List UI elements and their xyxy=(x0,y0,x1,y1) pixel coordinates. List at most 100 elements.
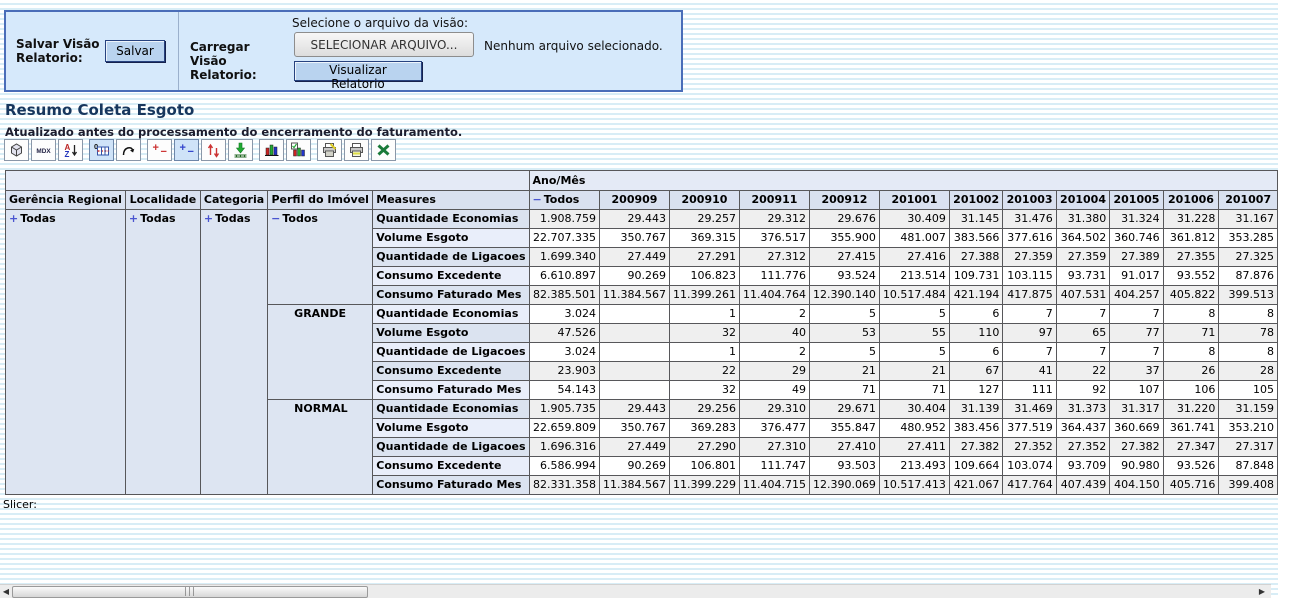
collapse-icon[interactable]: − xyxy=(533,193,542,206)
toolbar-button-drill-through[interactable] xyxy=(228,139,253,161)
data-cell xyxy=(600,305,670,324)
expand-icon[interactable]: + xyxy=(129,212,138,225)
data-cell: 10.517.484 xyxy=(879,286,949,305)
data-cell: 29 xyxy=(739,362,809,381)
data-cell: 31.228 xyxy=(1163,210,1219,229)
data-cell: 67 xyxy=(949,362,1002,381)
toolbar-button-drill-replace[interactable] xyxy=(201,139,226,161)
scroll-right-arrow-icon[interactable]: ▶ xyxy=(1256,586,1268,598)
toolbar-button-swap-axes[interactable] xyxy=(116,139,141,161)
measure-label: Quantidade de Ligacoes xyxy=(373,438,529,457)
measure-label: Volume Esgoto xyxy=(373,229,529,248)
data-cell: 27.382 xyxy=(949,438,1002,457)
data-cell: 41 xyxy=(1003,362,1056,381)
data-cell: 405.716 xyxy=(1163,476,1219,495)
data-cell: 27.352 xyxy=(1003,438,1056,457)
data-cell xyxy=(600,381,670,400)
toolbar-button-drill-member[interactable]: +− xyxy=(147,139,172,161)
data-cell: 32 xyxy=(669,324,739,343)
data-cell: 355.900 xyxy=(809,229,879,248)
scrollbar-thumb[interactable]: ||| xyxy=(12,586,368,598)
data-cell: 7 xyxy=(1110,343,1163,362)
data-cell: 27.449 xyxy=(600,438,670,457)
data-cell: 27.389 xyxy=(1110,248,1163,267)
data-cell: 29.443 xyxy=(600,210,670,229)
data-cell xyxy=(600,362,670,381)
data-cell: 30.404 xyxy=(879,400,949,419)
data-cell: 110 xyxy=(949,324,1002,343)
perfil-member-cell: NORMAL xyxy=(268,400,373,495)
row-dimension-header: Gerência Regional xyxy=(6,191,126,210)
data-cell: 22.707.335 xyxy=(529,229,599,248)
data-cell: 404.150 xyxy=(1110,476,1163,495)
toolbar-button-export-excel[interactable] xyxy=(371,139,396,161)
data-cell: 11.399.261 xyxy=(669,286,739,305)
drill-replace-icon xyxy=(205,142,222,158)
data-cell: 11.384.567 xyxy=(600,286,670,305)
data-cell: 27.290 xyxy=(669,438,739,457)
data-cell: 93.524 xyxy=(809,267,879,286)
toolbar-group xyxy=(317,139,396,161)
column-header: 201006 xyxy=(1163,191,1219,210)
toolbar-button-show-chart[interactable] xyxy=(259,139,284,161)
expand-icon[interactable]: + xyxy=(9,212,18,225)
data-cell: 93.526 xyxy=(1163,457,1219,476)
toolbar-button-sort[interactable]: AZ xyxy=(58,139,83,161)
data-cell: 1 xyxy=(669,343,739,362)
row-dimension-header: Categoria xyxy=(200,191,267,210)
report-page: Salvar Visão Relatorio: Salvar Carregar … xyxy=(0,0,1302,598)
horizontal-scrollbar[interactable]: ◀ ||| ▶ xyxy=(0,584,1271,598)
data-cell: 1.905.735 xyxy=(529,400,599,419)
collapse-icon[interactable]: − xyxy=(271,212,280,225)
data-cell: 31.380 xyxy=(1056,210,1109,229)
toolbar-button-mdx-editor[interactable]: MDX xyxy=(31,139,56,161)
data-cell: 480.952 xyxy=(879,419,949,438)
measure-label: Consumo Faturado Mes xyxy=(373,286,529,305)
measure-label: Consumo Excedente xyxy=(373,267,529,286)
row-member-cell: +Todas xyxy=(6,210,126,495)
data-cell: 8 xyxy=(1163,343,1219,362)
data-cell: 111.776 xyxy=(739,267,809,286)
column-header: 201004 xyxy=(1056,191,1109,210)
data-cell: 383.456 xyxy=(949,419,1002,438)
toolbar-button-show-empty-cells[interactable]: 0 xyxy=(89,139,114,161)
data-cell: 6.610.897 xyxy=(529,267,599,286)
data-cell: 6 xyxy=(949,305,1002,324)
data-cell: 107 xyxy=(1110,381,1163,400)
data-cell: 111 xyxy=(1003,381,1056,400)
data-cell: 364.502 xyxy=(1056,229,1109,248)
toolbar-button-drill-position[interactable]: +− xyxy=(174,139,199,161)
data-cell: 7 xyxy=(1110,305,1163,324)
data-cell: 27.410 xyxy=(809,438,879,457)
toolbar-button-print-config[interactable] xyxy=(317,139,342,161)
column-header: 200912 xyxy=(809,191,879,210)
save-button[interactable]: Salvar xyxy=(105,40,165,62)
data-cell: 105 xyxy=(1219,381,1278,400)
data-cell: 27.317 xyxy=(1219,438,1278,457)
measure-label: Consumo Faturado Mes xyxy=(373,476,529,495)
data-cell: 399.513 xyxy=(1219,286,1278,305)
toolbar-button-chart-config[interactable] xyxy=(286,139,311,161)
data-cell: 65 xyxy=(1056,324,1109,343)
view-report-button[interactable]: Visualizar Relatorio xyxy=(294,61,422,81)
toolbar-button-print-pdf[interactable] xyxy=(344,139,369,161)
expand-icon[interactable]: + xyxy=(204,212,213,225)
data-cell: 49 xyxy=(739,381,809,400)
data-cell: 8 xyxy=(1219,305,1278,324)
data-cell: 29.312 xyxy=(739,210,809,229)
measure-label: Quantidade de Ligacoes xyxy=(373,248,529,267)
data-cell: 90.269 xyxy=(600,267,670,286)
data-cell: 92 xyxy=(1056,381,1109,400)
data-cell: 106.801 xyxy=(669,457,739,476)
data-cell: 31.373 xyxy=(1056,400,1109,419)
svg-text:−: − xyxy=(188,146,194,158)
data-cell: 53 xyxy=(809,324,879,343)
data-cell: 1.908.759 xyxy=(529,210,599,229)
scroll-left-arrow-icon[interactable]: ◀ xyxy=(0,586,12,598)
data-cell: 103.115 xyxy=(1003,267,1056,286)
svg-text:−: − xyxy=(161,146,167,158)
toolbar-button-olap-navigator[interactable] xyxy=(4,139,29,161)
select-file-button[interactable]: SELECIONAR ARQUIVO... xyxy=(294,32,474,57)
data-cell: 12.390.140 xyxy=(809,286,879,305)
data-cell: 6 xyxy=(949,343,1002,362)
